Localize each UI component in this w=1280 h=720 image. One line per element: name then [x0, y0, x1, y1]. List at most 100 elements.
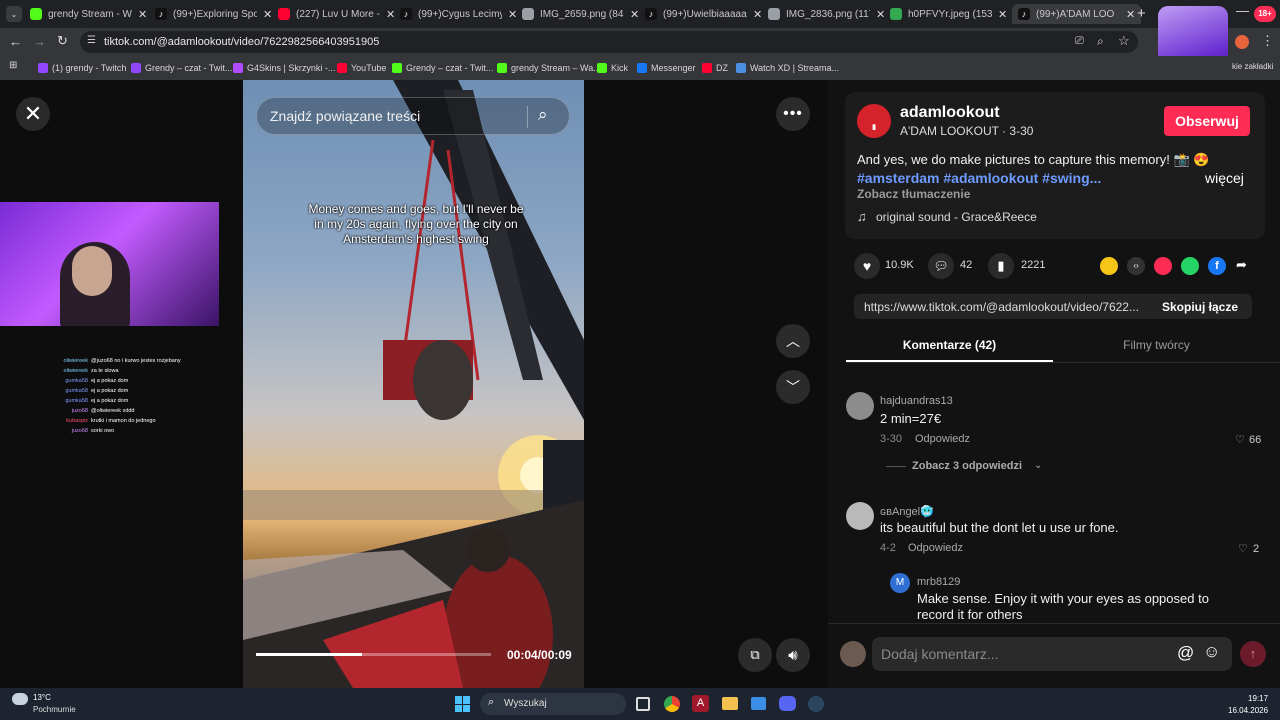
close-tab-icon[interactable]: ✕ — [386, 8, 395, 21]
bookmark-item[interactable]: Kick — [597, 60, 628, 76]
bookmark-star-icon[interactable]: ☆ — [1118, 33, 1130, 49]
comment-username[interactable]: hajduandras13 — [880, 395, 953, 407]
current-user-avatar[interactable] — [840, 641, 866, 667]
browser-tab[interactable]: IMG_2836.png (1179 ✕ — [768, 4, 885, 24]
folder-icon[interactable] — [722, 697, 738, 710]
weather-icon[interactable] — [12, 693, 28, 705]
repost-icon[interactable] — [1100, 257, 1118, 275]
more-link[interactable]: więcej — [1205, 170, 1244, 186]
bookmark-item[interactable]: G4Skins | Skrzynki -... — [233, 60, 335, 76]
post-hashtags[interactable]: #amsterdam #adamlookout #swing... — [857, 170, 1101, 186]
translate-link[interactable]: Zobacz tłumaczenie — [857, 187, 970, 201]
reply-username[interactable]: mrb8129 — [917, 576, 960, 588]
mention-icon[interactable]: @ — [1177, 643, 1194, 663]
video-link[interactable]: https://www.tiktok.com/@adamlookout/vide… — [864, 300, 1152, 314]
address-bar[interactable]: tiktok.com/@adamlookout/video/7622982566… — [80, 31, 1138, 53]
video-progress-track[interactable] — [256, 653, 491, 656]
app-icon[interactable]: A — [692, 695, 709, 712]
next-video-button[interactable]: ﹀ — [776, 370, 810, 404]
volume-button[interactable]: 🔊︎ — [776, 638, 810, 672]
close-tab-icon[interactable]: ✕ — [876, 8, 885, 21]
bookmark-item[interactable]: DZ — [702, 60, 728, 76]
browser-tab[interactable]: IMG_2659.png (845× ✕ — [522, 4, 639, 24]
comment-button[interactable]: 💬︎ — [928, 253, 954, 279]
bookmark-item[interactable]: Grendy – czat - Twit... — [392, 60, 493, 76]
browser-tab[interactable]: (227) Luv U More - Yo ✕ — [278, 4, 395, 24]
comment-username[interactable]: ɢʙAngel🥶 — [880, 505, 934, 518]
close-tab-icon[interactable]: ✕ — [753, 8, 762, 21]
embed-icon[interactable]: ‹› — [1127, 257, 1145, 275]
close-button[interactable]: ✕ — [16, 97, 50, 131]
browser-tab[interactable]: ♪ (99+)A'DAM LOO ✕ — [1012, 4, 1142, 24]
video-player[interactable] — [243, 80, 584, 688]
minimize-button[interactable]: — — [1236, 3, 1249, 18]
facebook-icon[interactable]: f — [1208, 257, 1226, 275]
clock-time[interactable]: 19:17 — [1248, 694, 1268, 703]
copy-link-button[interactable]: Skopiuj łącze — [1162, 300, 1238, 314]
task-view-icon[interactable] — [636, 697, 650, 711]
browser-tab[interactable]: grendy Stream - Wat ✕ — [30, 4, 147, 24]
reply-button[interactable]: Odpowiedz — [915, 433, 970, 445]
tab-comments[interactable]: Komentarze (42) — [846, 338, 1053, 352]
author-username[interactable]: adamlookout — [900, 104, 1000, 122]
all-bookmarks[interactable]: kie zakładki — [1232, 62, 1273, 71]
search-icon[interactable]: ⌕ — [538, 105, 548, 125]
share-icon[interactable]: ➦ — [1236, 257, 1247, 273]
close-tab-icon[interactable]: ✕ — [263, 8, 272, 21]
browser-tab[interactable]: ♪ (99+)Cygus Lecimy d ✕ — [400, 4, 517, 24]
forward-icon[interactable]: → — [33, 34, 46, 49]
taskbar-search[interactable]: ⌕ Wyszukaj — [480, 693, 626, 715]
browser-tab[interactable]: h0PFVYr.jpeg (1534× ✕ — [890, 4, 1007, 24]
tab-creator-videos[interactable]: Filmy twórcy — [1053, 338, 1260, 352]
mail-icon[interactable] — [751, 697, 766, 710]
pip-button[interactable]: ⧉ — [738, 638, 772, 672]
follow-button[interactable]: Obserwuj — [1164, 106, 1250, 136]
video-search-bar[interactable]: Znajdź powiązane treści ⌕ — [256, 97, 570, 135]
comment-input[interactable]: Dodaj komentarz... @ ☺ — [872, 637, 1232, 671]
clock-date[interactable]: 16.04.2026 — [1228, 706, 1268, 715]
bookmark-item[interactable]: Messenger — [637, 60, 696, 76]
view-replies-button[interactable]: Zobacz 3 odpowiedzi — [912, 460, 1022, 472]
bookmark-item[interactable]: YouTube — [337, 60, 386, 76]
bookmark-item[interactable]: Watch XD | Streama... — [736, 60, 839, 76]
more-options-button[interactable]: ••• — [776, 97, 810, 131]
comment-like-icon[interactable]: ♡ — [1238, 542, 1248, 555]
tab-search-button[interactable]: ⌄ — [6, 6, 22, 22]
close-tab-icon[interactable]: ✕ — [1126, 8, 1135, 21]
sound-name[interactable]: original sound - Grace&Reece — [876, 210, 1037, 224]
install-icon[interactable]: ⎚ — [1075, 35, 1084, 48]
author-avatar[interactable]: ▮ — [857, 104, 891, 138]
weather-desc[interactable]: Pochmurnie — [33, 705, 76, 714]
bookmark-item[interactable]: grendy Stream – Wa... — [497, 60, 601, 76]
profile-avatar[interactable] — [1235, 35, 1249, 49]
emoji-icon[interactable]: ☺ — [1203, 642, 1220, 662]
steam-icon[interactable] — [808, 696, 824, 712]
browser-tab[interactable]: ♪ (99+)Uwielbiaaaaaaa ✕ — [645, 4, 762, 24]
apps-icon[interactable]: ⊞ — [9, 60, 17, 71]
browser-tab[interactable]: ♪ (99+)Exploring Spong ✕ — [155, 4, 272, 24]
zoom-icon[interactable]: ⌕ — [1097, 34, 1104, 49]
comment-avatar[interactable] — [846, 392, 874, 420]
discord-icon[interactable] — [779, 696, 796, 711]
reload-icon[interactable]: ↻ — [57, 33, 68, 49]
send-icon[interactable] — [1154, 257, 1172, 275]
bookmark-item[interactable]: Grendy – czat - Twit... — [131, 60, 232, 76]
bookmark-item[interactable]: (1) grendy - Twitch — [38, 60, 126, 76]
close-tab-icon[interactable]: ✕ — [998, 8, 1007, 21]
whatsapp-icon[interactable] — [1181, 257, 1199, 275]
menu-icon[interactable]: ⋮ — [1261, 33, 1274, 49]
save-button[interactable]: ▮ — [988, 253, 1014, 279]
site-info-icon[interactable]: ☰ — [87, 35, 96, 46]
reply-button[interactable]: Odpowiedz — [908, 542, 963, 554]
post-comment-button[interactable]: ↑ — [1240, 641, 1266, 667]
like-button[interactable]: ♥ — [854, 253, 880, 279]
new-tab-button[interactable]: + — [1137, 5, 1146, 22]
chrome-icon[interactable] — [664, 696, 680, 712]
close-tab-icon[interactable]: ✕ — [138, 8, 147, 21]
close-tab-icon[interactable]: ✕ — [508, 8, 517, 21]
comment-like-icon[interactable]: ♡ — [1235, 433, 1245, 446]
weather-temp[interactable]: 13°C — [33, 693, 51, 702]
previous-video-button[interactable]: ︿ — [776, 324, 810, 358]
close-tab-icon[interactable]: ✕ — [630, 8, 639, 21]
reply-avatar[interactable]: M — [890, 573, 910, 593]
